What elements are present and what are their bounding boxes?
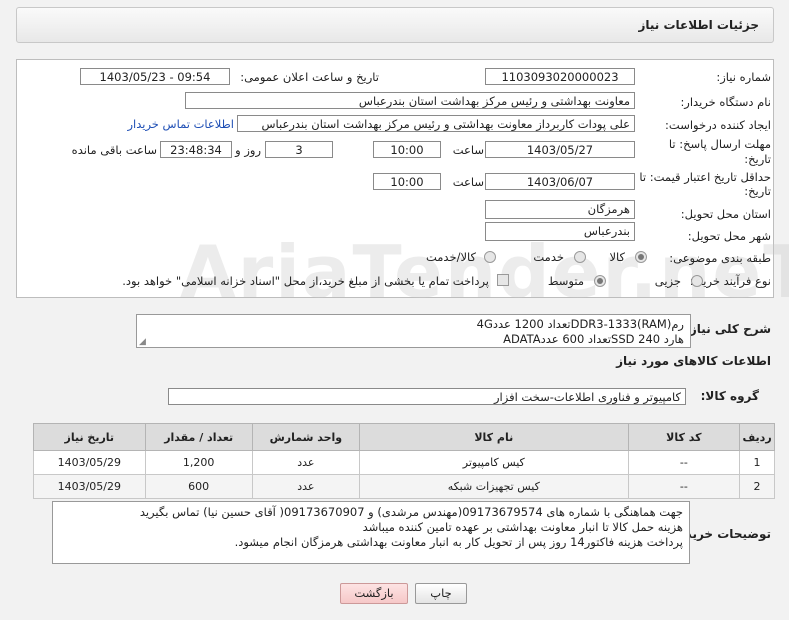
days-field: 3 [265,141,333,158]
remaining-label: ساعت باقی مانده [71,143,157,157]
table-header-row: ردیف کد کالا نام کالا واحد شمارش تعداد /… [33,423,775,451]
item-name: کیس کامپیوتر [358,450,629,475]
resize-handle-icon[interactable]: ◢ [139,337,146,347]
goods-group-field: کامپیوتر و فناوری اطلاعات-سخت افزار [168,388,686,405]
table-row[interactable]: 1 -- کیس کامپیوتر عدد 1,200 1403/05/29 [33,450,775,475]
item-name: کیس تجهیزات شبکه [358,474,629,499]
col-item-code: کد کالا [627,423,741,451]
print-button[interactable]: چاپ [415,583,467,604]
creator-label: ایجاد کننده درخواست: [665,118,771,132]
page-header: جزئیات اطلاعات نیاز [16,7,774,43]
category-option-goods-service: کالا/خدمت [425,250,476,264]
page-title: جزئیات اطلاعات نیاز [638,18,759,32]
item-need-date: 1403/05/29 [33,450,146,475]
item-need-date: 1403/05/29 [33,474,146,499]
buyer-org-label: نام دستگاه خریدار: [680,95,771,109]
price-validity-label-2: تاریخ: [744,184,771,198]
description-line-2: هارد SSD 240تعداد 600 عددADATA [503,332,684,346]
category-label: طبقه بندی موضوعی: [669,251,771,265]
price-validity-time-label: ساعت [452,175,484,189]
item-quantity: 1,200 [144,450,253,475]
item-code: -- [627,474,741,499]
goods-info-title: اطلاعات کالاهای مورد نیاز [616,354,771,368]
item-unit: عدد [251,474,360,499]
remaining-time-field: 23:48:34 [160,141,232,158]
goods-group-label: گروه کالا: [700,389,759,403]
row-number: 1 [739,450,775,475]
description-label: شرح کلی نیاز: [685,322,771,336]
col-unit: واحد شمارش [251,423,360,451]
col-item-name: نام کالا [358,423,629,451]
back-button[interactable]: بازگشت [340,583,408,604]
category-radio-service[interactable] [574,251,586,263]
item-code: -- [627,450,741,475]
category-radio-goods-service[interactable] [484,251,496,263]
deadline-date-field: 1403/05/27 [485,141,635,158]
item-unit: عدد [251,450,360,475]
payment-note: پرداخت تمام یا بخشی از مبلغ خرید،از محل … [122,274,489,288]
process-radio-medium[interactable] [594,275,606,287]
need-number-field: 1103093020000023 [485,68,635,85]
description-line-1: رم(DDR3-1333(RAMتعداد 1200 عدد4G [476,317,684,331]
deadline-label: مهلت ارسال پاسخ: تا [668,137,771,151]
announce-field: 1403/05/23 - 09:54 [80,68,230,85]
description-box: رم(DDR3-1333(RAMتعداد 1200 عدد4G هارد SS… [136,314,691,348]
category-option-goods: کالا [609,250,625,264]
table-row[interactable]: 2 -- کیس تجهیزات شبکه عدد 600 1403/05/29 [33,474,775,499]
treasury-payment-checkbox[interactable] [497,274,509,286]
city-label: شهر محل تحویل: [687,229,771,243]
item-quantity: 600 [144,474,253,499]
process-option-medium: متوسط [547,274,584,288]
category-option-service: خدمت [533,250,564,264]
buyer-notes-line-3: پرداخت هزینه فاکتور14 روز پس از تحویل کا… [234,535,683,549]
deadline-label-2: تاریخ: [744,152,771,166]
day-and-label: روز و [235,143,261,157]
price-validity-date-field: 1403/06/07 [485,173,635,190]
category-radio-goods[interactable] [635,251,647,263]
row-number: 2 [739,474,775,499]
contact-info-link[interactable]: اطلاعات تماس خریدار [127,117,234,131]
buyer-notes-line-1: جهت هماهنگی با شماره های 09173679574(مهن… [139,505,683,519]
province-field: هرمزگان [485,200,635,219]
need-number-label: شماره نیاز: [716,70,771,84]
price-validity-label: حداقل تاریخ اعتبار قیمت: تا [639,170,771,184]
buyer-org-field: معاونت بهداشتی و رئیس مرکز بهداشت استان … [185,92,635,109]
announce-label: تاریخ و ساعت اعلان عمومی: [240,70,379,84]
buyer-notes-box: جهت هماهنگی با شماره های 09173679574(مهن… [52,501,690,564]
deadline-time-label: ساعت [452,143,484,157]
city-field: بندرعباس [485,222,635,241]
process-option-minor: جزیی [654,274,681,288]
deadline-time-field: 10:00 [373,141,441,158]
items-table: ردیف کد کالا نام کالا واحد شمارش تعداد /… [33,423,775,499]
col-need-date: تاریخ نیاز [33,423,146,451]
price-validity-time-field: 10:00 [373,173,441,190]
col-quantity: تعداد / مقدار [144,423,253,451]
creator-field: علی پودات کاربرداز معاونت بهداشتی و رئیس… [237,115,635,132]
process-radio-minor[interactable] [691,275,703,287]
col-row-number: ردیف [739,423,775,451]
buyer-notes-line-2: هزینه حمل کالا تا انبار معاونت بهداشتی ب… [362,520,683,534]
province-label: استان محل تحویل: [680,207,771,221]
